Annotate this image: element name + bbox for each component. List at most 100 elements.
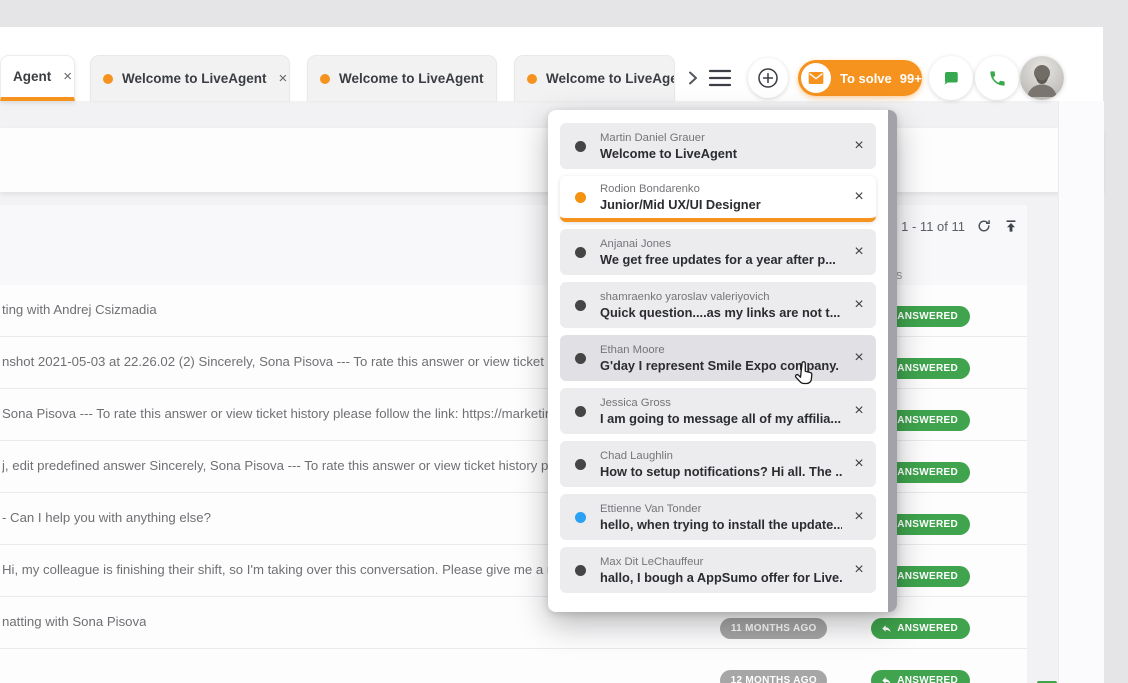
close-ticket-icon[interactable]: × <box>842 456 876 472</box>
badge-group: 11 MONTHS AGO ANSWERED <box>720 618 970 639</box>
close-ticket-icon[interactable]: × <box>842 509 876 525</box>
open-ticket-texts: Ettienne Van Tonder hello, when trying t… <box>600 502 842 533</box>
open-ticket-texts: Max Dit LeChauffeur hallo, I bough a App… <box>600 555 842 586</box>
dropdown-scrollbar[interactable] <box>888 110 897 612</box>
close-ticket-icon[interactable]: × <box>842 189 876 205</box>
open-ticket-item[interactable]: Anjanai Jones We get free updates for a … <box>560 229 876 275</box>
ticket-message-text: ting with Andrej Csizmadia <box>2 302 157 317</box>
requester-name: shamraenko yaroslav valeriyovich <box>600 290 842 305</box>
ticket-message-text: - Can I help you with anything else? <box>2 510 211 525</box>
open-ticket-texts: Martin Daniel Grauer Welcome to LiveAgen… <box>600 131 842 162</box>
open-ticket-texts: Rodion Bondarenko Junior/Mid UX/UI Desig… <box>600 182 842 213</box>
menu-icon[interactable] <box>708 68 732 88</box>
tab-label: Welcome to LiveAgent <box>339 71 484 86</box>
ticket-channel-dot-icon <box>575 192 586 203</box>
open-ticket-texts: Chad Laughlin How to setup notifications… <box>600 449 842 480</box>
requester-name: Rodion Bondarenko <box>600 182 842 197</box>
close-ticket-icon[interactable]: × <box>842 297 876 313</box>
desktop-top-strip <box>0 0 1128 27</box>
status-badge: ANSWERED <box>871 670 970 683</box>
open-ticket-item[interactable]: Rodion Bondarenko Junior/Mid UX/UI Desig… <box>560 176 876 222</box>
chat-bubble-icon <box>942 69 960 87</box>
open-ticket-item[interactable]: shamraenko yaroslav valeriyovich Quick q… <box>560 282 876 328</box>
ticket-channel-dot-icon <box>575 300 586 311</box>
envelope-icon <box>808 71 824 85</box>
open-tickets-dropdown: Martin Daniel Grauer Welcome to LiveAgen… <box>548 110 897 612</box>
open-ticket-item[interactable]: Ettienne Van Tonder hello, when trying t… <box>560 494 876 540</box>
close-ticket-icon[interactable]: × <box>842 244 876 260</box>
requester-name: Jessica Gross <box>600 396 842 411</box>
open-ticket-item[interactable]: Ethan Moore G'day I represent Smile Expo… <box>560 335 876 381</box>
tab-label: Welcome to LiveAgent <box>546 71 675 86</box>
add-ticket-button[interactable] <box>748 58 788 98</box>
status-label: ANSWERED <box>897 571 958 582</box>
requester-name: Anjanai Jones <box>600 237 842 252</box>
open-ticket-item[interactable]: Jessica Gross I am going to message all … <box>560 388 876 434</box>
status-label: ANSWERED <box>897 311 958 322</box>
status-label: ANSWERED <box>897 415 958 426</box>
ticket-tab[interactable]: Welcome to LiveAgent × <box>514 55 675 101</box>
ticket-subject: Welcome to LiveAgent <box>600 146 842 162</box>
ticket-subject: Quick question....as my links are not t.… <box>600 305 842 321</box>
phone-icon <box>988 69 1007 88</box>
ticket-channel-dot-icon <box>575 247 586 258</box>
ticket-channel-dot-icon <box>575 353 586 364</box>
open-ticket-list: Martin Daniel Grauer Welcome to LiveAgen… <box>560 123 876 593</box>
tab-label: Agent <box>13 69 51 84</box>
close-ticket-icon[interactable]: × <box>842 138 876 154</box>
status-label: ANSWERED <box>897 519 958 530</box>
tab-close-icon[interactable]: × <box>279 71 288 86</box>
ticket-subject: hello, when trying to install the update… <box>600 517 842 533</box>
close-ticket-icon[interactable]: × <box>842 562 876 578</box>
ticket-tab[interactable]: Agent × <box>0 55 75 101</box>
ticket-message-text: Sona Pisova --- To rate this answer or v… <box>2 406 560 421</box>
avatar-photo <box>1020 56 1064 100</box>
to-solve-count: 99+ <box>900 71 922 86</box>
open-ticket-texts: Ethan Moore G'day I represent Smile Expo… <box>600 343 842 374</box>
pagination: ng 1 - 11 of 11 <box>883 218 1019 234</box>
ticket-channel-dot-icon <box>575 406 586 417</box>
status-label: ANSWERED <box>897 675 958 683</box>
ticket-subject: I am going to message all of my affilia.… <box>600 411 842 427</box>
ticket-status-dot-icon <box>320 74 330 84</box>
ticket-subject: How to setup notifications? Hi all. The … <box>600 464 842 480</box>
status-badge: ANSWERED <box>871 618 970 639</box>
status-label: ANSWERED <box>897 363 958 374</box>
chats-button[interactable] <box>929 56 973 100</box>
requester-name: Martin Daniel Grauer <box>600 131 842 146</box>
calls-button[interactable] <box>975 56 1019 100</box>
ticket-status-dot-icon <box>527 74 537 84</box>
close-ticket-icon[interactable]: × <box>842 350 876 366</box>
open-ticket-item[interactable]: Martin Daniel Grauer Welcome to LiveAgen… <box>560 123 876 169</box>
refresh-icon[interactable] <box>976 218 992 234</box>
tabs-overflow-chevron-icon[interactable] <box>684 69 702 87</box>
ticket-message-text: Hi, my colleague is finishing their shif… <box>2 562 558 577</box>
to-solve-button[interactable]: To solve 99+ <box>798 60 922 96</box>
to-solve-envelope-circle <box>801 63 831 93</box>
close-ticket-icon[interactable]: × <box>842 403 876 419</box>
table-row[interactable]: 12 MONTHS AGO ANSWERED <box>0 649 1027 683</box>
time-badge: 12 MONTHS AGO <box>720 670 827 683</box>
tab-close-icon[interactable]: × <box>496 71 497 86</box>
ticket-tab[interactable]: Welcome to LiveAgent × <box>90 55 290 101</box>
avatar[interactable] <box>1020 56 1064 100</box>
ticket-tab[interactable]: Welcome to LiveAgent × <box>307 55 497 101</box>
ticket-message-text: nshot 2021-05-03 at 22.26.02 (2) Sincere… <box>2 354 564 369</box>
status-label: ANSWERED <box>897 623 958 634</box>
to-solve-label: To solve <box>840 71 892 86</box>
open-ticket-item[interactable]: Max Dit LeChauffeur hallo, I bough a App… <box>560 547 876 593</box>
ticket-channel-dot-icon <box>575 459 586 470</box>
badge-group: 12 MONTHS AGO ANSWERED <box>720 670 970 683</box>
ticket-message-text: j, edit predefined answer Sincerely, Son… <box>2 458 566 473</box>
scroll-to-top-icon[interactable] <box>1003 218 1019 234</box>
tab-label: Welcome to LiveAgent <box>122 71 267 86</box>
open-ticket-texts: shamraenko yaroslav valeriyovich Quick q… <box>600 290 842 321</box>
open-ticket-item[interactable]: Chad Laughlin How to setup notifications… <box>560 441 876 487</box>
tab-close-icon[interactable]: × <box>63 69 72 84</box>
status-label: ANSWERED <box>897 467 958 478</box>
requester-name: Max Dit LeChauffeur <box>600 555 842 570</box>
requester-name: Ethan Moore <box>600 343 842 358</box>
requester-name: Ettienne Van Tonder <box>600 502 842 517</box>
reply-arrow-icon <box>881 623 892 634</box>
ticket-subject: hallo, I bough a AppSumo offer for Live.… <box>600 570 842 586</box>
